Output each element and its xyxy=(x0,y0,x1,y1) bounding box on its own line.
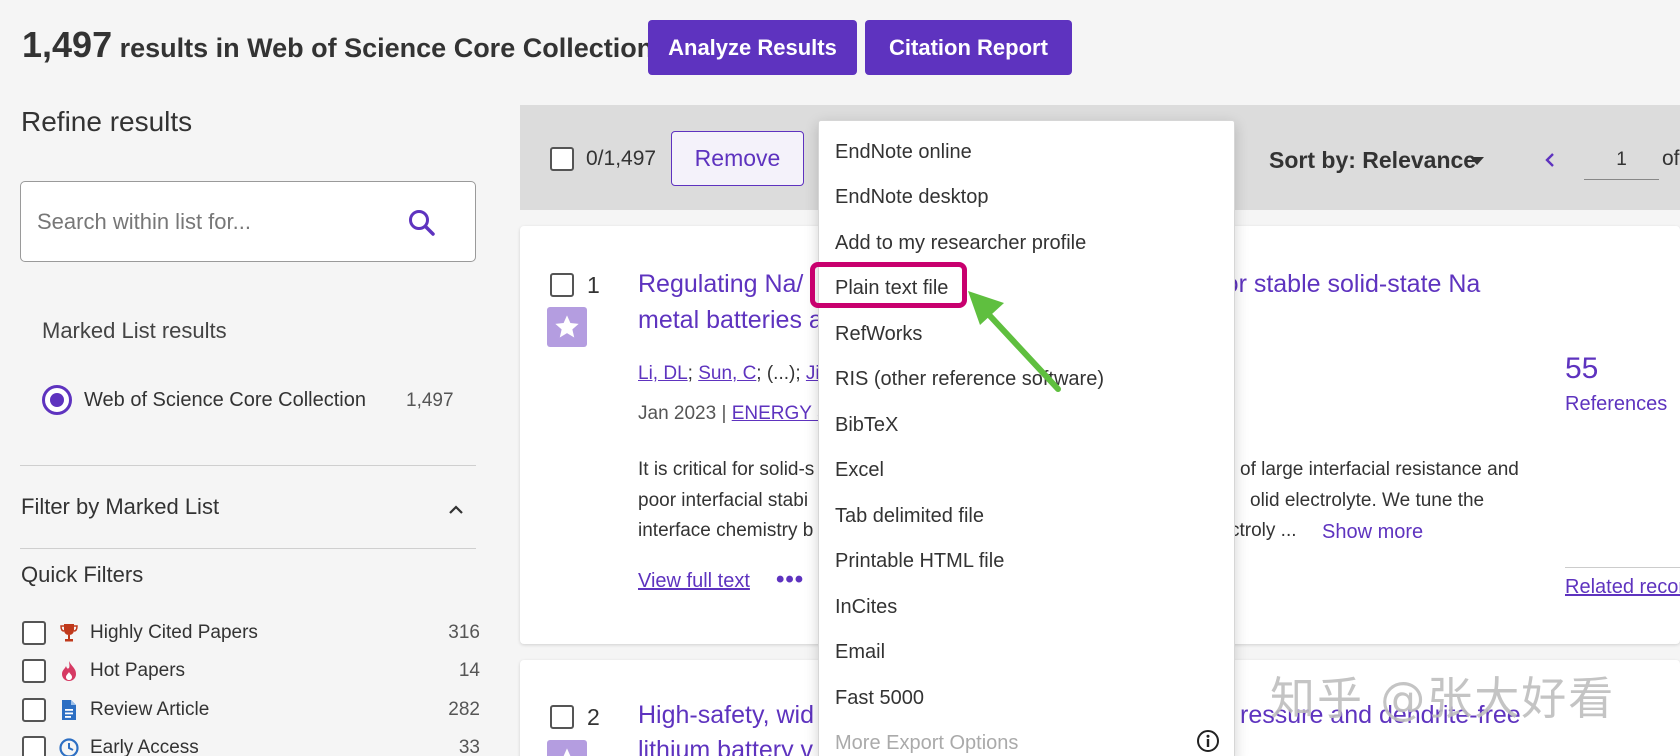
sort-by-dropdown[interactable]: Sort by: Relevance xyxy=(1269,147,1476,174)
search-within-box xyxy=(20,181,476,262)
result-count-label: results in Web of Science Core Collectio… xyxy=(112,33,654,63)
export-excel[interactable]: Excel xyxy=(835,459,884,482)
export-email[interactable]: Email xyxy=(835,641,885,664)
trophy-icon xyxy=(60,624,78,642)
quick-filter-count: 14 xyxy=(458,660,480,681)
star-icon[interactable] xyxy=(547,740,587,756)
publication-date: Jan 2023 | xyxy=(638,403,732,424)
references-label[interactable]: References xyxy=(1565,393,1667,416)
export-refworks[interactable]: RefWorks xyxy=(835,323,922,346)
authors-separator: (...); xyxy=(761,363,806,384)
remove-button[interactable]: Remove xyxy=(671,131,804,186)
view-full-text-link[interactable]: View full text xyxy=(638,570,750,593)
export-researcher-profile[interactable]: Add to my researcher profile xyxy=(835,232,1086,255)
chevron-up-icon[interactable] xyxy=(446,500,466,520)
record-title-line2[interactable]: metal batteries a xyxy=(638,302,823,338)
abstract-text: of large interfacial resistance and xyxy=(1240,459,1519,480)
results-heading: 1,497 results in Web of Science Core Col… xyxy=(22,24,653,66)
search-icon[interactable] xyxy=(407,208,437,238)
checkbox[interactable] xyxy=(22,698,46,722)
quick-filters-title: Quick Filters xyxy=(21,562,144,587)
more-export-options: More Export Options xyxy=(835,732,1019,754)
export-endnote-desktop[interactable]: EndNote desktop xyxy=(835,186,988,209)
quick-filter-count: 282 xyxy=(448,699,480,720)
related-records-link[interactable]: Related records xyxy=(1565,576,1680,599)
show-more-link[interactable]: Show more xyxy=(1322,521,1423,544)
record-authors: Li, DL; Sun, C; (...); Jin xyxy=(638,363,830,385)
record-checkbox[interactable] xyxy=(550,273,574,297)
abstract-text: ctroly ... xyxy=(1230,520,1297,541)
record-title-line2[interactable]: lithium battery v xyxy=(638,732,813,756)
checkbox[interactable] xyxy=(22,621,46,645)
record-title[interactable]: High-safety, wid xyxy=(638,697,814,733)
wos-core-label[interactable]: Web of Science Core Collection xyxy=(84,389,366,412)
quick-filter-review-article[interactable]: Review Article 282 xyxy=(22,697,480,723)
search-within-input[interactable] xyxy=(37,206,407,238)
result-count: 1,497 xyxy=(22,24,113,65)
page-of-label: of xyxy=(1662,147,1680,170)
record-number: 2 xyxy=(587,704,600,730)
abstract-text: olid electrolyte. We tune the xyxy=(1250,490,1485,511)
export-tab-delimited[interactable]: Tab delimited file xyxy=(835,505,984,528)
flame-icon xyxy=(62,661,76,681)
caret-down-icon[interactable] xyxy=(1470,157,1484,165)
abstract-text: interface chemistry b xyxy=(638,520,814,541)
checkbox[interactable] xyxy=(22,659,46,683)
document-icon xyxy=(62,700,76,720)
quick-filter-hot-papers[interactable]: Hot Papers 14 xyxy=(22,658,480,684)
record-date: Jan 2023 | ENERGY ST xyxy=(638,403,841,425)
author-link[interactable]: Li, DL xyxy=(638,363,688,384)
export-incites[interactable]: InCites xyxy=(835,596,897,619)
select-all-checkbox[interactable] xyxy=(550,147,574,171)
filter-by-marked-list-title[interactable]: Filter by Marked List xyxy=(21,494,219,520)
refine-results-title: Refine results xyxy=(21,106,193,137)
selected-count: 0/1,497 xyxy=(586,147,657,170)
wos-core-radio[interactable] xyxy=(42,385,72,415)
page-number-input[interactable] xyxy=(1584,140,1659,180)
record-title[interactable]: Regulating Na/ xyxy=(638,266,803,302)
analyze-results-button[interactable]: Analyze Results xyxy=(648,20,857,75)
quick-filter-count: 33 xyxy=(458,737,480,756)
chevron-left-icon[interactable] xyxy=(1543,150,1557,170)
author-link[interactable]: Sun, C xyxy=(698,363,756,384)
quick-filter-highly-cited[interactable]: Highly Cited Papers 316 xyxy=(22,620,480,646)
quick-filter-early-access[interactable]: Early Access 33 xyxy=(22,735,480,756)
abstract-text: It is critical for solid-s xyxy=(638,459,815,480)
quick-filter-label: Review Article xyxy=(90,699,210,720)
clock-icon xyxy=(59,738,79,756)
abstract-text: poor interfacial stabi xyxy=(638,490,809,511)
export-dropdown-menu: EndNote online EndNote desktop Add to my… xyxy=(818,120,1235,756)
highlight-box xyxy=(810,262,967,308)
info-icon[interactable] xyxy=(1196,729,1220,753)
citation-report-button[interactable]: Citation Report xyxy=(865,20,1072,75)
references-count[interactable]: 55 xyxy=(1565,352,1598,386)
quick-filter-label: Early Access xyxy=(90,737,199,756)
star-icon[interactable] xyxy=(547,307,587,347)
export-bibtex[interactable]: BibTeX xyxy=(835,414,898,437)
quick-filter-label: Hot Papers xyxy=(90,660,186,681)
export-fast-5000[interactable]: Fast 5000 xyxy=(835,687,924,710)
more-options-icon[interactable]: ••• xyxy=(776,566,804,594)
export-endnote-online[interactable]: EndNote online xyxy=(835,141,972,164)
watermark: 知乎 @张大好看 xyxy=(1270,672,1616,725)
checkbox[interactable] xyxy=(22,736,46,756)
record-checkbox[interactable] xyxy=(550,705,574,729)
divider xyxy=(20,465,476,466)
record-number: 1 xyxy=(587,272,600,298)
divider xyxy=(20,548,476,549)
wos-core-count: 1,497 xyxy=(406,390,454,411)
marked-list-title: Marked List results xyxy=(42,318,227,343)
arrow-icon xyxy=(968,291,1061,392)
export-printable-html[interactable]: Printable HTML file xyxy=(835,550,1004,573)
divider xyxy=(1565,567,1680,568)
quick-filter-label: Highly Cited Papers xyxy=(90,622,258,643)
quick-filter-count: 316 xyxy=(448,622,480,643)
